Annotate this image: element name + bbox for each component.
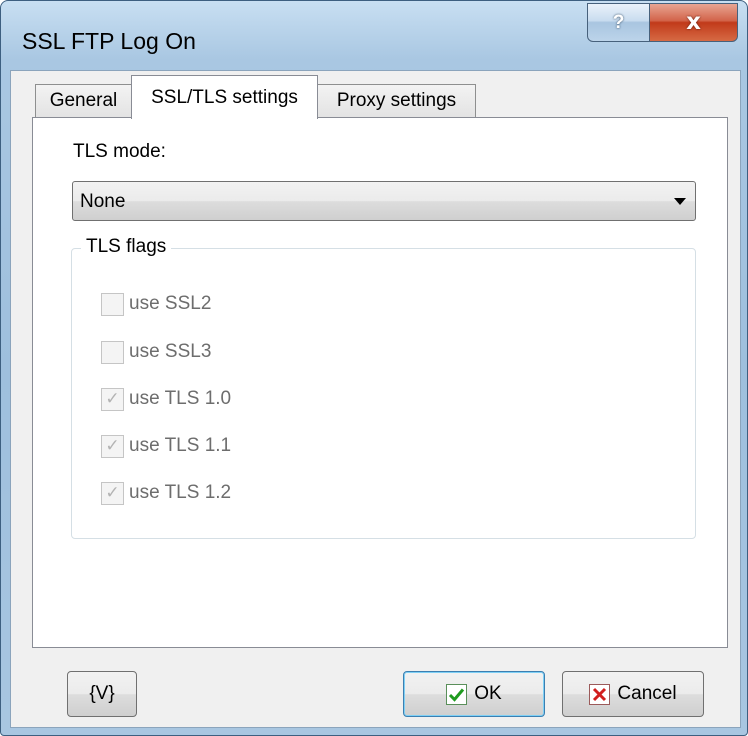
checkbox-box xyxy=(101,340,124,364)
tab-panel-ssl-tls: TLS mode: None TLS flags use SSL2 use SS… xyxy=(32,117,728,648)
checkmark-icon xyxy=(446,683,468,705)
tls-mode-select[interactable]: None xyxy=(72,181,696,221)
checkbox-box xyxy=(101,292,124,316)
checkmark-icon: ✓ xyxy=(105,389,120,409)
tls-mode-value: None xyxy=(80,191,126,212)
checkbox-use-tls-1-2[interactable]: ✓ use TLS 1.2 xyxy=(101,480,231,506)
cancel-button[interactable]: Cancel xyxy=(562,671,704,717)
checkbox-use-tls-1-0[interactable]: ✓ use TLS 1.0 xyxy=(101,386,231,412)
dialog-window: SSL FTP Log On ? x General SSL/TLS setti… xyxy=(0,0,748,736)
checkmark-icon: ✓ xyxy=(105,483,120,503)
help-button[interactable]: ? xyxy=(587,3,650,42)
tls-flags-legend: TLS flags xyxy=(81,236,172,258)
checkbox-label: use SSL2 xyxy=(129,293,212,314)
dropdown-arrow-icon xyxy=(674,198,686,205)
checkbox-label: use TLS 1.0 xyxy=(129,388,232,409)
ok-button-label: OK xyxy=(474,683,502,704)
variables-button-label: {V} xyxy=(89,683,115,704)
tab-ssl-tls-settings[interactable]: SSL/TLS settings xyxy=(131,75,318,119)
checkbox-label: use TLS 1.2 xyxy=(129,482,232,503)
tls-mode-label: TLS mode: xyxy=(73,141,166,162)
checkbox-box: ✓ xyxy=(101,481,124,505)
tab-proxy-settings-label: Proxy settings xyxy=(336,90,457,111)
cancel-button-label: Cancel xyxy=(617,683,677,704)
close-button[interactable]: x xyxy=(649,3,738,42)
checkbox-box: ✓ xyxy=(101,387,124,411)
cancel-x-icon xyxy=(589,683,611,705)
close-icon: x xyxy=(686,9,701,35)
checkbox-use-tls-1-1[interactable]: ✓ use TLS 1.1 xyxy=(101,433,231,459)
variables-button[interactable]: {V} xyxy=(67,671,137,717)
dialog-client-area: General SSL/TLS settings Proxy settings … xyxy=(10,70,741,728)
ok-button[interactable]: OK xyxy=(403,671,545,717)
title-bar: SSL FTP Log On ? x xyxy=(1,1,747,71)
tab-ssl-tls-settings-label: SSL/TLS settings xyxy=(151,86,298,108)
checkmark-icon: ✓ xyxy=(105,436,120,456)
checkbox-box: ✓ xyxy=(101,434,124,458)
checkbox-label: use TLS 1.1 xyxy=(129,435,232,456)
help-icon: ? xyxy=(612,11,625,33)
tab-general[interactable]: General xyxy=(35,84,132,117)
tab-general-label: General xyxy=(49,90,118,111)
tab-proxy-settings[interactable]: Proxy settings xyxy=(317,84,476,117)
checkbox-label: use SSL3 xyxy=(129,341,212,362)
checkbox-use-ssl3[interactable]: use SSL3 xyxy=(101,339,211,365)
window-title: SSL FTP Log On xyxy=(22,28,196,54)
checkbox-use-ssl2[interactable]: use SSL2 xyxy=(101,291,211,317)
